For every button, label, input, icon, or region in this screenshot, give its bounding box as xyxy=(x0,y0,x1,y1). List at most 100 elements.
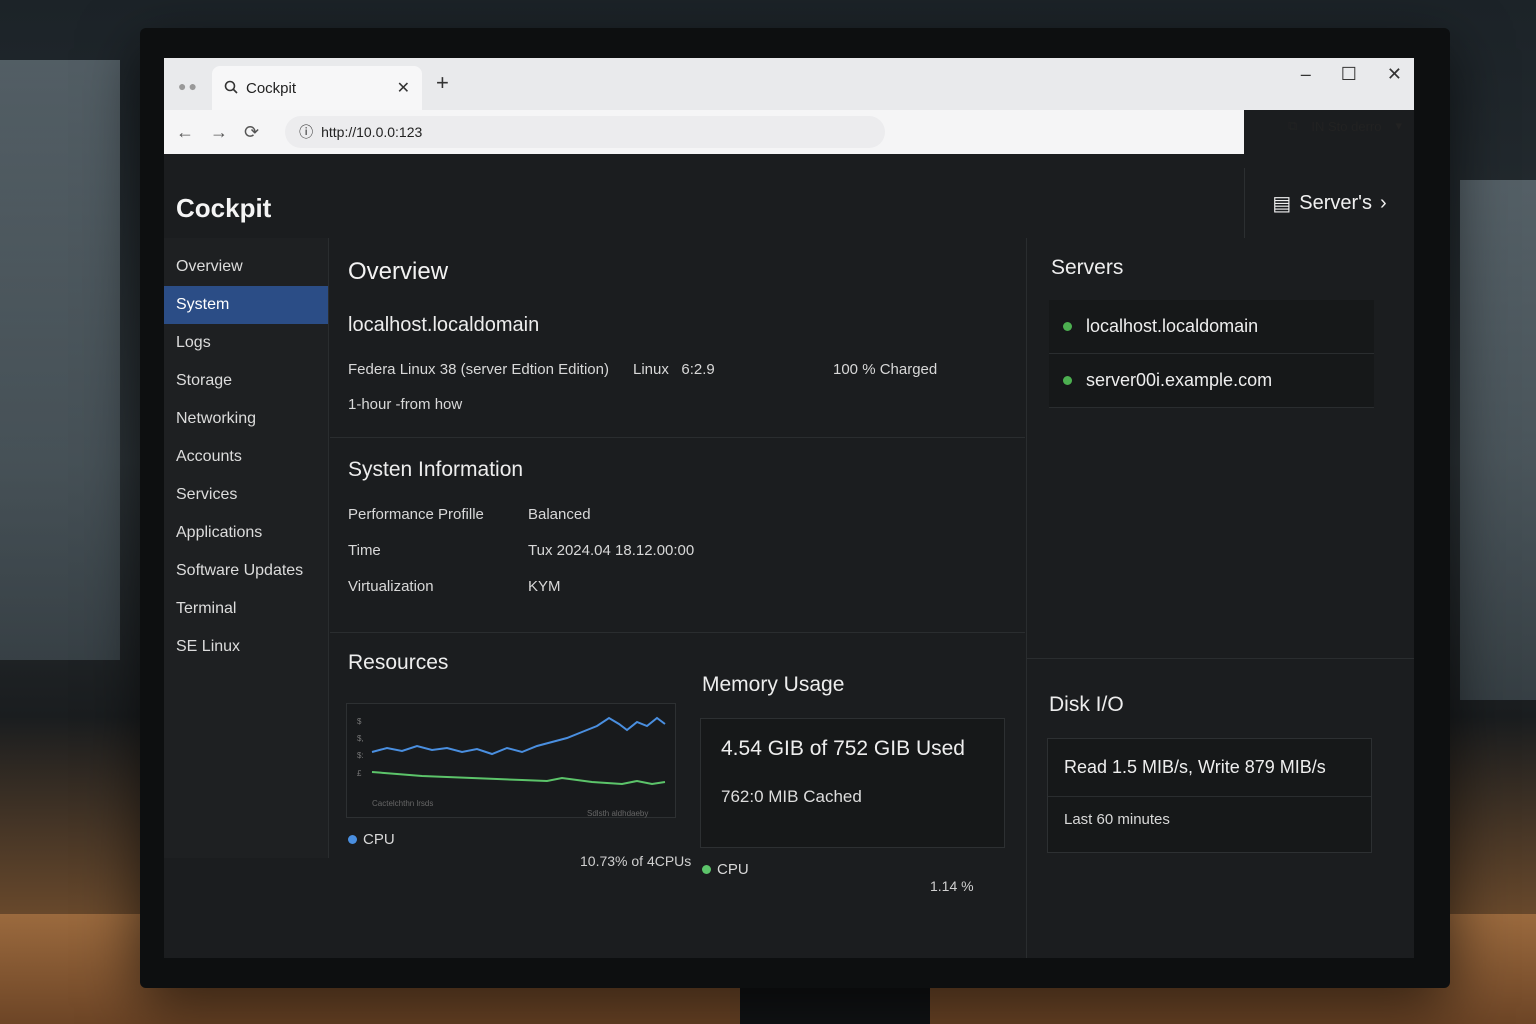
cpu-chart-svg: $ $, $: £ Cactelchthn lrsds Sdlsth aldhd… xyxy=(357,716,666,818)
y-tick: $: xyxy=(357,751,364,760)
server-icon: ▤ xyxy=(1272,192,1292,215)
servers-nav-button[interactable]: ▤ Server's › xyxy=(1244,168,1414,238)
background-window xyxy=(0,60,120,660)
sidebar-item-overview[interactable]: Overview xyxy=(164,248,328,286)
address-bar: ← → ⟳ ⓘ http://10.0.0:123 xyxy=(164,110,1244,154)
sidebar: Overview System Logs Storage Networking … xyxy=(164,238,329,858)
sidebar-item-accounts[interactable]: Accounts xyxy=(164,438,328,476)
sidebar-item-system[interactable]: System xyxy=(164,286,328,324)
kernel-version: Linux 6:2.9 xyxy=(633,361,715,378)
memory-box: 4.54 GIB of 752 GIB Used 762:0 MIB Cache… xyxy=(700,718,1005,848)
overview-section: Overview localhost.localdomain Federa Li… xyxy=(330,238,1025,438)
screen: ●● Cockpit ✕ + – ☐ ✕ ← → ⟳ ⓘ http://10.0 xyxy=(164,58,1414,958)
sidebar-item-selinux[interactable]: SE Linux xyxy=(164,628,328,666)
server-item[interactable]: localhost.localdomain xyxy=(1049,300,1374,354)
system-info-row: Time Tux 2024.04 18.12.00:00 xyxy=(348,532,1007,568)
y-tick: $ xyxy=(357,717,362,726)
profile-label[interactable]: IN Sto derro xyxy=(1311,119,1381,134)
servers-nav-label: Server's xyxy=(1299,191,1372,214)
forward-icon[interactable]: → xyxy=(210,122,228,143)
kv-key: Performance Profille xyxy=(348,505,484,523)
axis-caption-right: Sdlsth aldhdaeby xyxy=(587,809,648,818)
system-info-section: Systen Information Performance Profille … xyxy=(330,438,1025,633)
close-icon[interactable]: ✕ xyxy=(397,78,410,98)
extension-icon[interactable]: ⧉ xyxy=(1288,118,1297,134)
app-brand: Cockpit xyxy=(176,193,272,223)
os-name: Federa Linux 38 (server Edtion Edition) xyxy=(348,361,609,378)
disk-rate: Read 1.5 MIB/s, Write 879 MIB/s xyxy=(1048,739,1371,797)
plus-icon[interactable]: + xyxy=(436,70,449,96)
search-icon xyxy=(224,80,238,97)
browser-tab[interactable]: Cockpit ✕ xyxy=(212,66,422,110)
disk-box: Read 1.5 MIB/s, Write 879 MIB/s Last 60 … xyxy=(1047,738,1372,853)
kv-key: Time xyxy=(348,541,381,559)
tab-bar: ●● Cockpit ✕ + – ☐ ✕ xyxy=(164,58,1414,110)
cpu-legend-dot xyxy=(348,835,357,844)
system-info-row: Virtualization KYM xyxy=(348,568,1007,604)
mem-legend-label: CPU xyxy=(717,861,749,878)
kv-value: KYM xyxy=(528,577,561,595)
cpu-legend-label: CPU xyxy=(363,831,395,848)
chevron-down-icon[interactable]: ▾ xyxy=(1395,118,1402,134)
status-online-icon xyxy=(1063,322,1072,331)
memory-used: 4.54 GIB of 752 GIB Used xyxy=(721,737,965,760)
hostname: localhost.localdomain xyxy=(348,314,540,336)
sidebar-item-services[interactable]: Services xyxy=(164,476,328,514)
memory-cached: 762:0 MIB Cached xyxy=(721,787,862,806)
y-tick: £ xyxy=(357,769,362,778)
system-info-table: Performance Profille Balanced Time Tux 2… xyxy=(348,496,1007,604)
minimize-icon[interactable]: – xyxy=(1301,64,1311,85)
memory-title: Memory Usage xyxy=(702,673,845,696)
memory-cpu-percent: 1.14 % xyxy=(930,878,974,894)
main-content: Overview localhost.localdomain Federa Li… xyxy=(330,238,1025,958)
overview-facts: Federa Linux 38 (server Edtion Edition) … xyxy=(348,361,1007,378)
monitor: ●● Cockpit ✕ + – ☐ ✕ ← → ⟳ ⓘ http://10.0 xyxy=(140,28,1450,988)
sidebar-item-networking[interactable]: Networking xyxy=(164,400,328,438)
system-info-title: Systen Information xyxy=(348,458,524,481)
cpu-usage: 10.73% of 4CPUs xyxy=(580,853,692,869)
info-icon: ⓘ xyxy=(299,124,314,140)
server-name: localhost.localdomain xyxy=(1086,316,1259,336)
kv-value[interactable]: Balanced xyxy=(528,506,591,523)
disk-divider xyxy=(1027,658,1414,659)
kv-key: Virtualization xyxy=(348,577,434,595)
battery-status: 100 % Charged xyxy=(833,361,938,378)
chevron-right-icon: › xyxy=(1379,191,1387,214)
sidebar-item-terminal[interactable]: Terminal xyxy=(164,590,328,628)
right-panel: Servers localhost.localdomain server00i.… xyxy=(1026,238,1414,958)
cpu-chart: $ $, $: £ Cactelchthn lrsds Sdlsth aldhd… xyxy=(346,703,676,818)
cpu-legend: CPU xyxy=(348,831,395,848)
cpu-line xyxy=(371,716,666,756)
url-field[interactable]: ⓘ http://10.0.0:123 xyxy=(285,116,886,148)
sidebar-item-storage[interactable]: Storage xyxy=(164,362,328,400)
y-tick: $, xyxy=(357,734,364,743)
memory-cpu-legend: CPU xyxy=(702,861,749,878)
tab-title: Cockpit xyxy=(246,79,297,97)
window-controls: – ☐ ✕ xyxy=(1301,64,1402,85)
resources-section: Resources $ $, $: £ Cactelchthn lrsds Sd… xyxy=(330,633,1025,953)
reload-icon[interactable]: ⟳ xyxy=(244,122,259,143)
sidebar-item-software-updates[interactable]: Software Updates xyxy=(164,552,328,590)
servers-title: Servers xyxy=(1051,256,1124,279)
system-info-row: Performance Profille Balanced xyxy=(348,496,1007,532)
close-window-icon[interactable]: ✕ xyxy=(1387,64,1402,85)
mem-legend-dot xyxy=(702,865,711,874)
axis-caption-left: Cactelchthn lrsds xyxy=(372,799,433,808)
server-name: server00i.example.com xyxy=(1086,370,1273,390)
page-title: Overview xyxy=(348,258,449,285)
server-item[interactable]: server00i.example.com xyxy=(1049,354,1374,408)
back-icon[interactable]: ← xyxy=(176,122,194,143)
window-dots: ●● xyxy=(178,78,199,94)
disk-period: Last 60 minutes xyxy=(1064,811,1170,828)
resources-title: Resources xyxy=(348,651,449,674)
status-online-icon xyxy=(1063,376,1072,385)
maximize-icon[interactable]: ☐ xyxy=(1341,64,1357,85)
memory-line xyxy=(371,771,666,786)
uptime: 1-hour -from how xyxy=(348,396,463,413)
background-window-right xyxy=(1460,180,1536,700)
server-list: localhost.localdomain server00i.example.… xyxy=(1049,300,1374,408)
sidebar-item-applications[interactable]: Applications xyxy=(164,514,328,552)
sidebar-item-logs[interactable]: Logs xyxy=(164,324,328,362)
kv-value[interactable]: Tux 2024.04 18.12.00:00 xyxy=(528,542,694,559)
url-text: http://10.0.0:123 xyxy=(321,124,423,140)
